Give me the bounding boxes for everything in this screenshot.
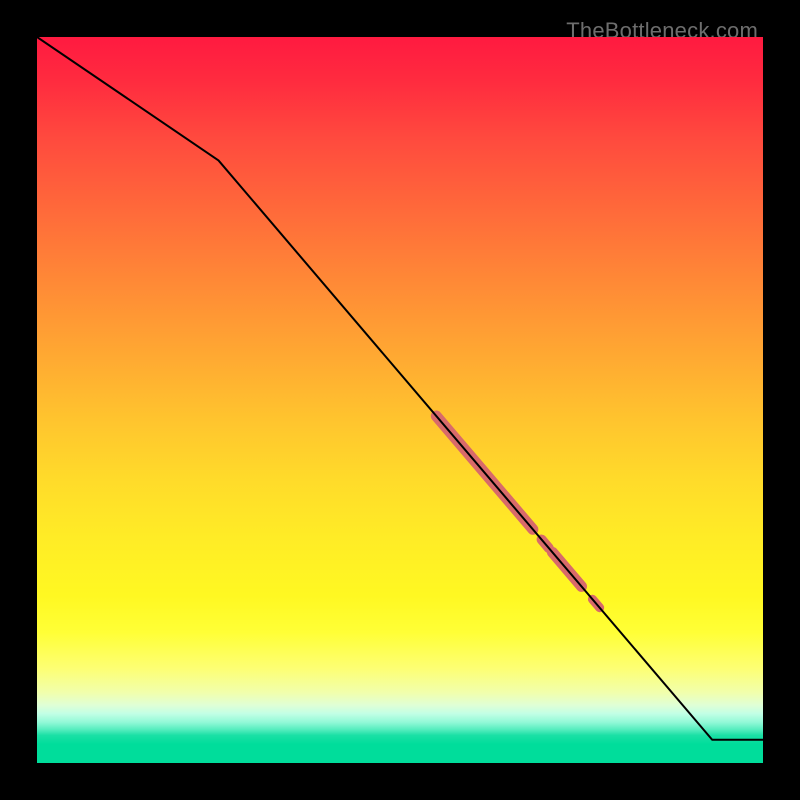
plot-area	[37, 37, 763, 763]
chart-frame: TheBottleneck.com	[0, 0, 800, 800]
bottleneck-curve-line	[37, 37, 763, 740]
curve-layer	[37, 37, 763, 763]
